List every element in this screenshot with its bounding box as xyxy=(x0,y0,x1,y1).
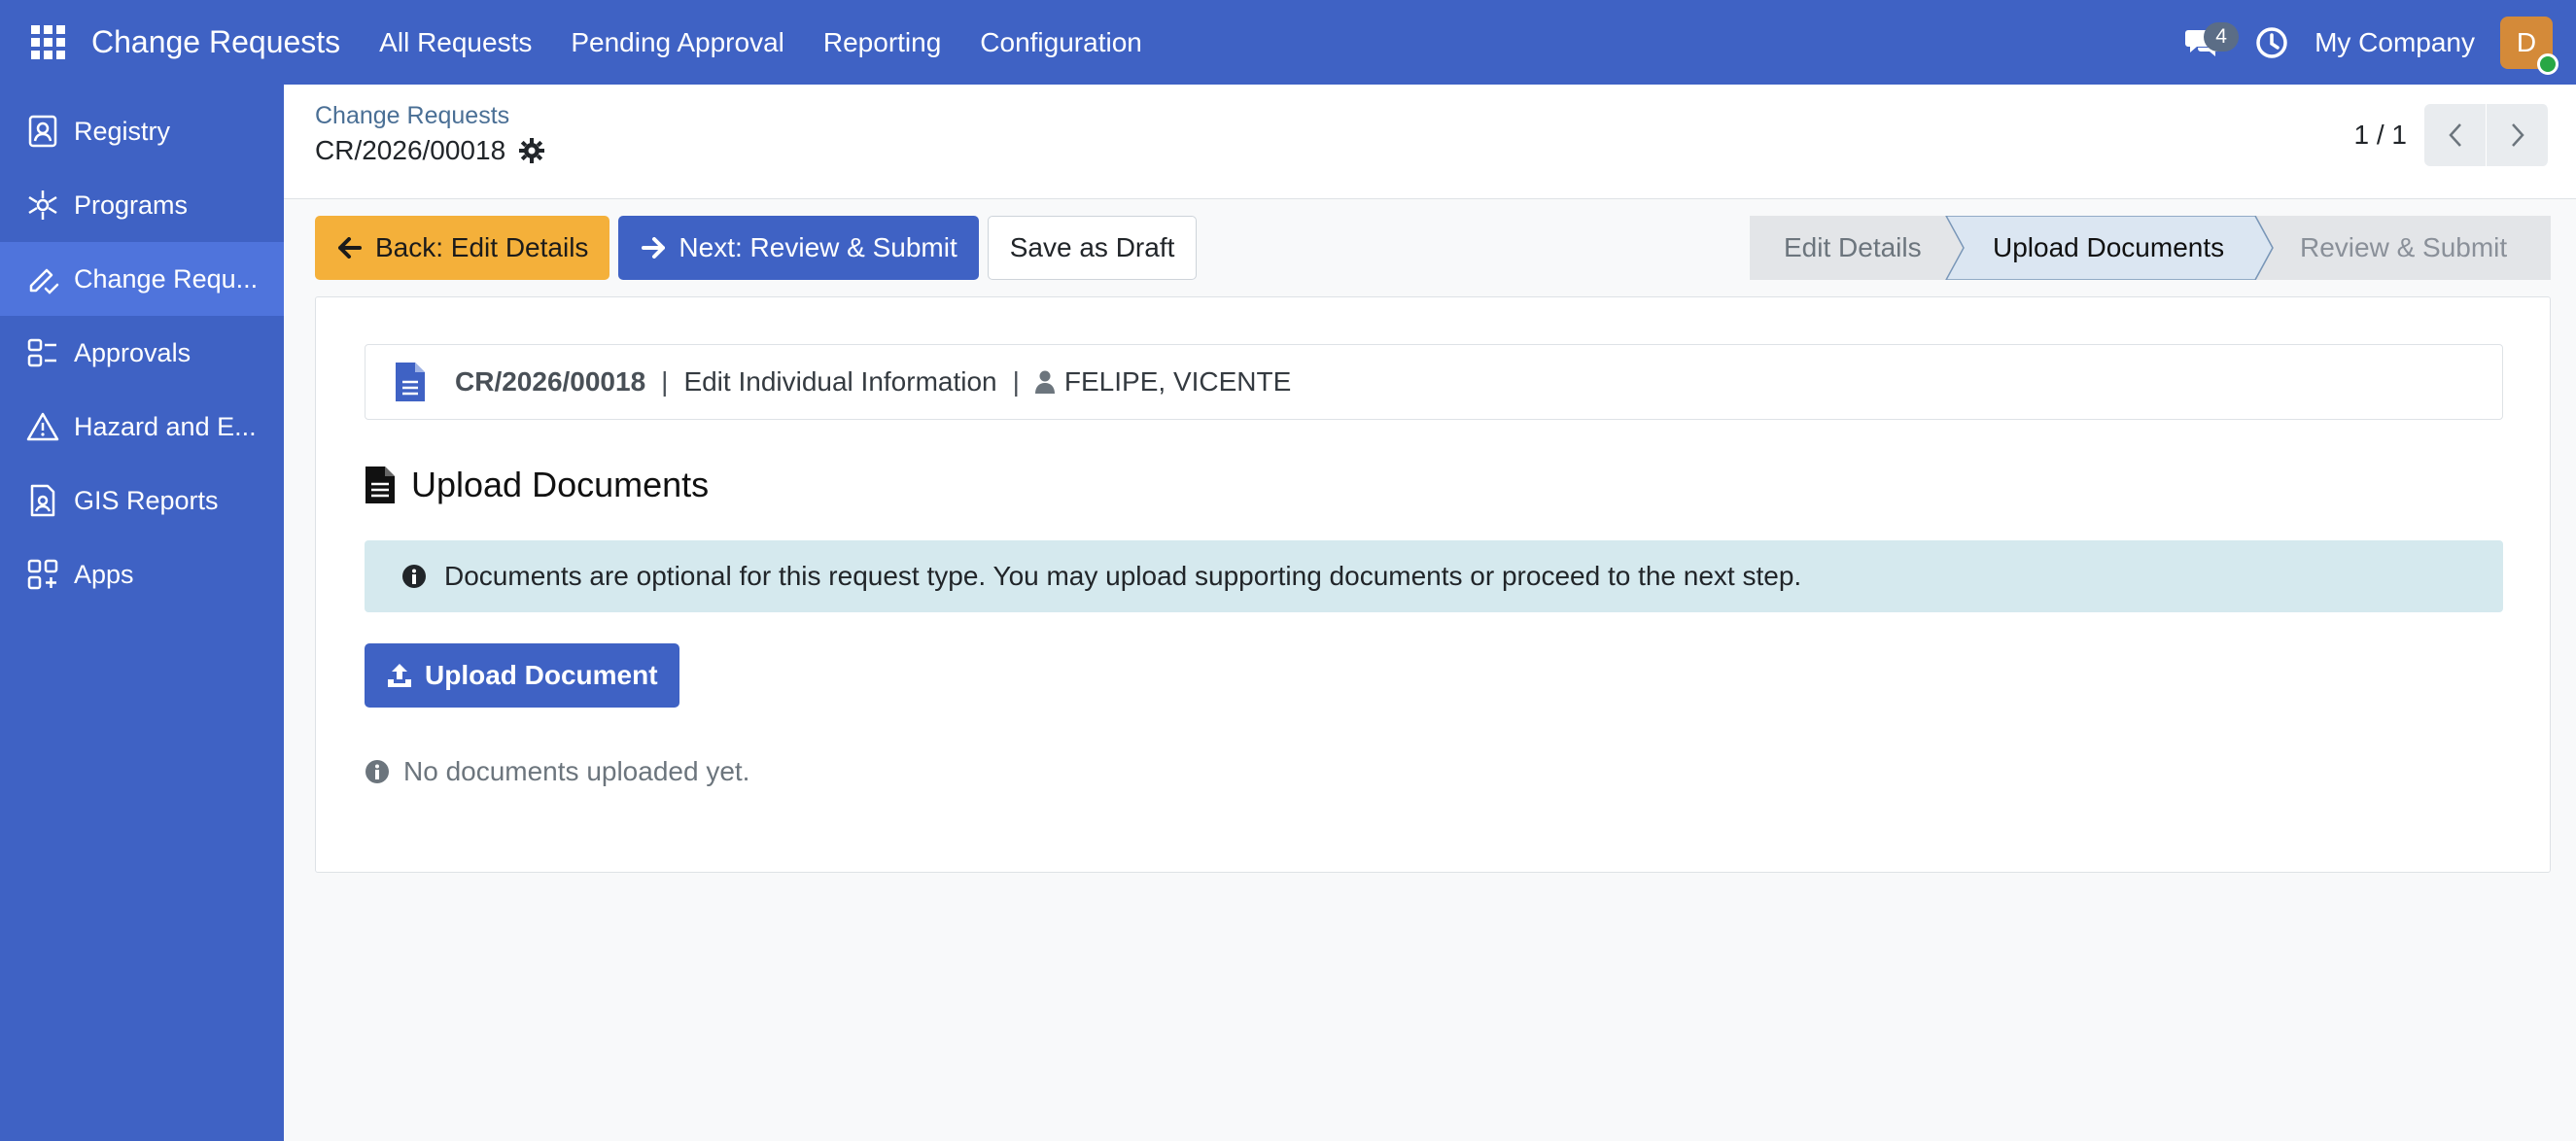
avatar-letter: D xyxy=(2516,26,2537,57)
pager-previous-button[interactable] xyxy=(2424,104,2487,166)
systray: 4 My Company D xyxy=(2178,0,2576,85)
sidebar-item-label: Change Requ... xyxy=(74,263,259,294)
sidebar-item-label: GIS Reports xyxy=(74,485,219,515)
sidebar-item-gis-reports[interactable]: GIS Reports xyxy=(0,464,284,537)
top-menu: All Requests Pending Approval Reporting … xyxy=(360,27,1162,58)
pager: 1 / 1 xyxy=(2354,104,2549,166)
user-avatar[interactable]: D xyxy=(2500,16,2559,75)
company-switcher[interactable]: My Company xyxy=(2315,27,2475,58)
sidebar-item-hazard[interactable]: Hazard and E... xyxy=(0,390,284,464)
registry-icon xyxy=(25,114,60,149)
form-sheet: CR/2026/00018 | Edit Individual Informat… xyxy=(315,296,2551,873)
empty-state-note: No documents uploaded yet. xyxy=(365,756,749,787)
action-bar: Back: Edit Details Next: Review & Submit… xyxy=(315,216,1205,280)
hazard-icon xyxy=(25,409,60,444)
document-icon xyxy=(366,467,395,503)
section-heading: Upload Documents xyxy=(365,465,709,505)
request-type: Edit Individual Information xyxy=(683,366,997,397)
sidebar-item-approvals[interactable]: Approvals xyxy=(0,316,284,390)
sidebar-item-change-requests[interactable]: Change Requ... xyxy=(0,242,284,316)
menu-all-requests[interactable]: All Requests xyxy=(360,27,551,58)
separator: | xyxy=(661,366,669,397)
pager-next-button[interactable] xyxy=(2487,104,2549,166)
sidebar-item-label: Apps xyxy=(74,559,134,589)
next-button-label: Next: Review & Submit xyxy=(679,232,957,262)
gis-icon xyxy=(25,483,60,518)
chevron-left-icon xyxy=(2448,123,2461,147)
request-code: CR/2026/00018 xyxy=(455,366,646,397)
request-summary-card: CR/2026/00018 | Edit Individual Informat… xyxy=(365,344,2503,420)
status-steps: Edit Details Upload Documents Review & S… xyxy=(1750,216,2551,280)
app-grid-icon[interactable] xyxy=(25,19,72,66)
record-title: CR/2026/00018 xyxy=(315,135,546,166)
upload-button-label: Upload Document xyxy=(425,660,658,690)
sidebar-item-label: Programs xyxy=(74,190,189,220)
change-request-icon xyxy=(25,261,60,296)
step-upload-documents[interactable]: Upload Documents xyxy=(1993,216,2224,280)
breadcrumb[interactable]: Change Requests xyxy=(315,102,509,130)
message-count-badge: 4 xyxy=(2204,21,2240,52)
messages-button[interactable]: 4 xyxy=(2178,18,2240,67)
top-navbar: Change Requests All Requests Pending App… xyxy=(0,0,2576,85)
app-title[interactable]: Change Requests xyxy=(91,24,340,60)
section-title: Upload Documents xyxy=(411,465,710,504)
arrow-left-icon xyxy=(336,234,364,261)
programs-icon xyxy=(25,188,60,223)
online-status-dot xyxy=(2537,52,2559,75)
step-edit-details[interactable]: Edit Details xyxy=(1784,216,1922,280)
apps-icon xyxy=(25,557,60,592)
chevron-right-icon xyxy=(2511,123,2524,147)
upload-icon xyxy=(388,664,411,687)
back-button[interactable]: Back: Edit Details xyxy=(315,216,610,280)
user-icon xyxy=(1034,370,1057,394)
upload-document-button[interactable]: Upload Document xyxy=(365,643,679,708)
save-draft-label: Save as Draft xyxy=(1009,232,1175,262)
arrow-right-icon xyxy=(640,234,667,261)
record-name: CR/2026/00018 xyxy=(315,135,506,165)
sidebar-item-registry[interactable]: Registry xyxy=(0,94,284,168)
info-alert: Documents are optional for this request … xyxy=(365,540,2503,612)
next-button[interactable]: Next: Review & Submit xyxy=(618,216,979,280)
separator: | xyxy=(1012,366,1020,397)
control-panel: Change Requests CR/2026/00018 1 / 1 xyxy=(284,85,2576,199)
clock-icon xyxy=(2256,26,2287,58)
info-icon xyxy=(366,760,389,783)
info-icon xyxy=(402,565,426,588)
step-review-submit[interactable]: Review & Submit xyxy=(2300,216,2507,280)
alert-text: Documents are optional for this request … xyxy=(444,561,1802,591)
sidebar-item-label: Approvals xyxy=(74,337,191,367)
sidebar-item-programs[interactable]: Programs xyxy=(0,168,284,242)
empty-state-text: No documents uploaded yet. xyxy=(403,756,750,786)
sidebar-item-apps[interactable]: Apps xyxy=(0,537,284,611)
menu-reporting[interactable]: Reporting xyxy=(804,27,960,58)
file-icon xyxy=(396,363,425,401)
sidebar: Registry Programs Change Requ... Approva… xyxy=(0,85,284,1141)
back-button-label: Back: Edit Details xyxy=(375,232,589,262)
registrant-name[interactable]: FELIPE, VICENTE xyxy=(1064,366,1291,398)
approvals-icon xyxy=(25,335,60,370)
sidebar-item-label: Hazard and E... xyxy=(74,411,257,441)
menu-configuration[interactable]: Configuration xyxy=(960,27,1162,58)
gear-icon[interactable] xyxy=(517,136,546,165)
activity-button[interactable] xyxy=(2250,21,2293,64)
pager-value[interactable]: 1 / 1 xyxy=(2354,120,2407,151)
sidebar-item-label: Registry xyxy=(74,116,171,146)
save-draft-button[interactable]: Save as Draft xyxy=(987,216,1198,280)
menu-pending-approval[interactable]: Pending Approval xyxy=(551,27,804,58)
